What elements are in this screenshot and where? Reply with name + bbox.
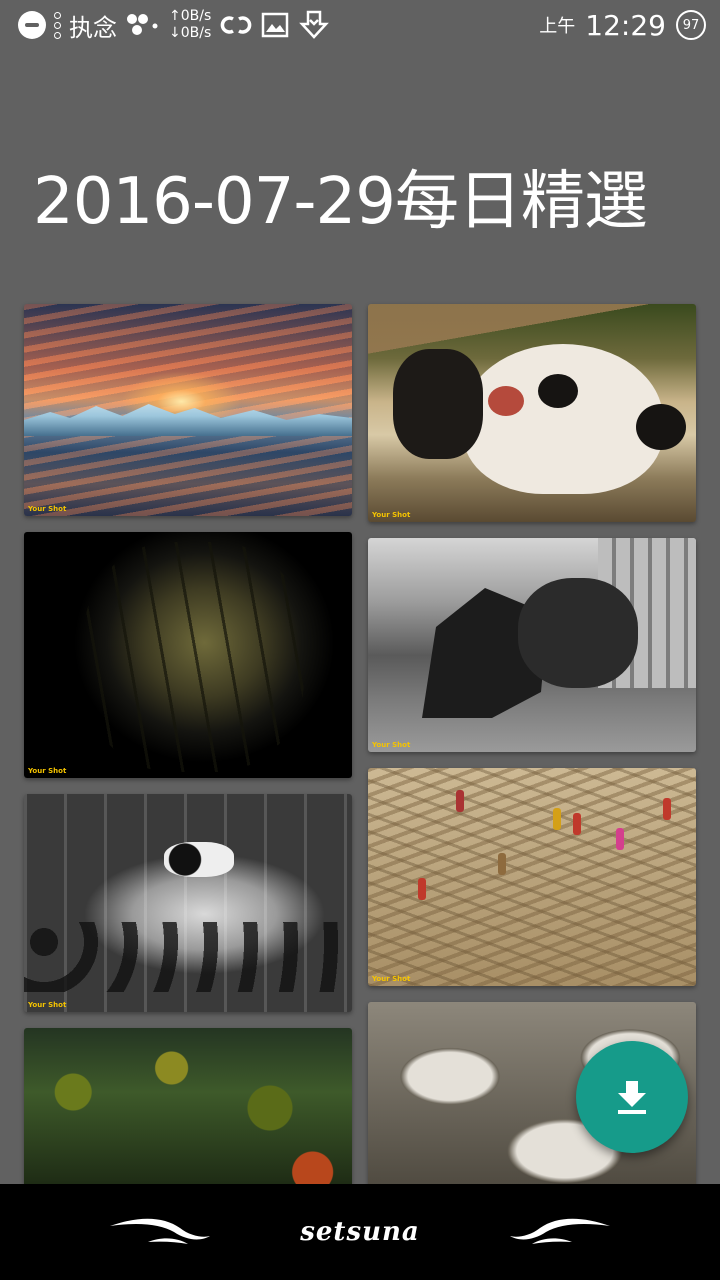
- photo-card[interactable]: Your Shot: [368, 538, 696, 752]
- photo-watermark: Your Shot: [28, 505, 67, 513]
- photo-card[interactable]: Your Shot: [24, 794, 352, 1012]
- photo-detail: [616, 828, 624, 850]
- photo-detail: [518, 578, 638, 688]
- photo-watermark: Your Shot: [372, 741, 411, 749]
- photo-detail: [456, 790, 464, 812]
- photo-detail: [636, 404, 686, 450]
- photo-detail: [553, 808, 561, 830]
- right-flourish-icon: [510, 1218, 610, 1244]
- battery-icon: 97: [676, 10, 706, 40]
- photo-card[interactable]: Your Shot: [24, 304, 352, 516]
- photo-detail: [24, 404, 352, 436]
- download-speed: 0B/s: [180, 25, 212, 41]
- photo-detail: [84, 542, 304, 772]
- download-notify-icon: [299, 10, 330, 39]
- do-not-disturb-icon: [18, 11, 46, 39]
- photo-card[interactable]: Your Shot: [368, 304, 696, 522]
- photo-watermark: Your Shot: [28, 1001, 67, 1009]
- clock: 12:29: [585, 8, 666, 42]
- page-title: 2016-07-29每日精選: [33, 165, 648, 239]
- photo-watermark: Your Shot: [28, 767, 67, 775]
- photo-detail: [663, 798, 671, 820]
- photo-detail: [488, 386, 524, 416]
- photo-detail: [463, 344, 663, 494]
- photo-detail: [498, 853, 506, 875]
- dots-icon: [54, 11, 61, 39]
- photo-watermark: Your Shot: [372, 511, 411, 519]
- photo-detail: [573, 813, 581, 835]
- app-brand: setsuna: [300, 1217, 420, 1247]
- download-button[interactable]: [576, 1041, 688, 1153]
- battery-level: 97: [682, 17, 700, 33]
- status-right: 上午 12:29 97: [539, 6, 706, 44]
- photo-detail: [164, 842, 234, 877]
- photo-card[interactable]: [24, 1028, 352, 1188]
- photo-detail: [418, 878, 426, 900]
- photo-watermark: Your Shot: [372, 975, 411, 983]
- notification-app-name: 执念: [69, 13, 117, 42]
- sync-icon: [220, 16, 252, 34]
- photo-card[interactable]: Your Shot: [368, 768, 696, 986]
- download-icon: [618, 1081, 646, 1114]
- status-left: 执念 ↑0B/s ↓0B/s: [18, 6, 331, 44]
- status-bar: 执念 ↑0B/s ↓0B/s 上午 12:29 97: [0, 0, 720, 50]
- photo-detail: [24, 922, 352, 992]
- photo-card[interactable]: Your Shot: [24, 532, 352, 778]
- time-period: 上午: [539, 16, 576, 37]
- bottom-bar: setsuna: [0, 1184, 720, 1280]
- network-speed: ↑0B/s ↓0B/s: [169, 8, 212, 41]
- photo-detail: [393, 349, 483, 459]
- upload-speed: 0B/s: [180, 8, 212, 24]
- image-icon: [262, 12, 289, 38]
- bubbles-icon: [127, 14, 158, 35]
- photo-detail: [538, 374, 578, 408]
